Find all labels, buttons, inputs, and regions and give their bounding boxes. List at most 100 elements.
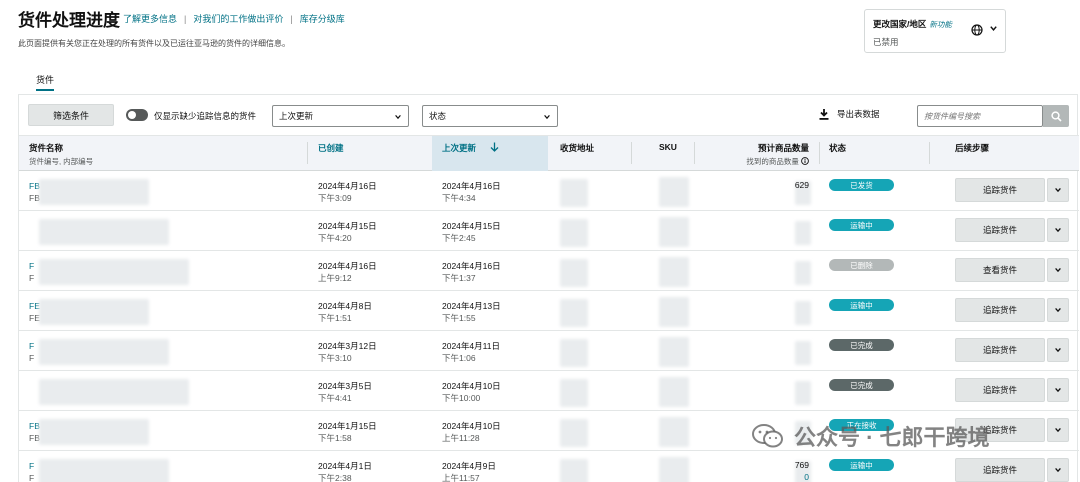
- redacted-sku: [659, 337, 689, 367]
- link-divider: |: [290, 13, 293, 24]
- status-badge: 已完成: [829, 379, 894, 391]
- next-step-dropdown[interactable]: [1047, 338, 1069, 362]
- created-date: 2024年4月16日: [318, 181, 377, 191]
- learn-more-link[interactable]: 了解更多信息: [123, 12, 177, 25]
- redacted-sku: [659, 457, 689, 482]
- created-date: 2024年1月15日: [318, 421, 377, 431]
- next-step-button[interactable]: 追踪货件: [955, 218, 1045, 242]
- created-date: 2024年3月5日: [318, 381, 372, 391]
- col-updated[interactable]: 上次更新: [442, 142, 499, 154]
- sort-arrow-down-icon: [490, 142, 499, 152]
- created-date: 2024年4月1日: [318, 461, 372, 471]
- next-step-dropdown[interactable]: [1047, 298, 1069, 322]
- next-step-button[interactable]: 追踪货件: [955, 178, 1045, 202]
- created-time: 下午2:38: [318, 473, 352, 482]
- redacted-address: [560, 219, 588, 247]
- shipment-name-link[interactable]: F: [29, 341, 34, 351]
- found-quantity[interactable]: 0: [749, 472, 809, 482]
- col-created[interactable]: 已创建: [318, 142, 344, 154]
- next-step-dropdown[interactable]: [1047, 378, 1069, 402]
- shipment-id: F: [29, 273, 35, 283]
- redacted-sku: [659, 177, 689, 207]
- chevron-down-icon: [1055, 267, 1061, 273]
- chevron-down-icon: [1055, 467, 1061, 473]
- col-expected-sub: 找到的商品数量: [709, 156, 809, 167]
- next-step-button[interactable]: 追踪货件: [955, 378, 1045, 402]
- status-select[interactable]: 状态: [422, 105, 558, 127]
- redacted-quantity: [795, 261, 811, 285]
- next-step-dropdown[interactable]: [1047, 418, 1069, 442]
- link-divider: |: [184, 13, 187, 24]
- table-row: F F 2024年4月1日 下午2:38 2024年4月9日 上午11:57 769 0 运输中…: [19, 451, 1079, 482]
- region-label-text: 更改国家/地区: [873, 19, 927, 29]
- updated-date: 2024年4月15日: [442, 221, 501, 231]
- next-step-dropdown[interactable]: [1047, 218, 1069, 242]
- next-step-dropdown[interactable]: [1047, 258, 1069, 282]
- chevron-down-icon: [1055, 187, 1061, 193]
- redacted-quantity: [795, 421, 811, 445]
- search-icon: [1050, 110, 1062, 122]
- created-time: 下午4:41: [318, 393, 352, 403]
- missing-tracking-toggle[interactable]: [126, 109, 148, 121]
- updated-date: 2024年4月16日: [442, 181, 501, 191]
- region-selector[interactable]: 更改国家/地区 新功能 已禁用: [864, 9, 1006, 53]
- table-row: FE FE 2024年4月8日 下午1:51 2024年4月13日 下午1:55 运输中 追踪…: [19, 291, 1079, 331]
- tab-shipments[interactable]: 货件: [36, 73, 55, 91]
- chevron-down-icon: [395, 115, 401, 120]
- created-time: 下午1:58: [318, 433, 352, 443]
- redacted-address: [560, 339, 588, 367]
- redacted-sku: [659, 377, 689, 407]
- next-step-button[interactable]: 追踪货件: [955, 458, 1045, 482]
- redacted-name: [39, 379, 189, 405]
- shipment-id: F: [29, 473, 35, 482]
- chevron-down-icon: [1055, 347, 1061, 353]
- updated-time: 下午1:37: [442, 273, 476, 283]
- redacted-address: [560, 419, 588, 447]
- next-step-button[interactable]: 追踪货件: [955, 298, 1045, 322]
- redacted-sku: [659, 297, 689, 327]
- export-button[interactable]: 导出表数据: [819, 108, 880, 120]
- shipment-name-link[interactable]: F: [29, 261, 34, 271]
- col-sku: SKU: [659, 142, 677, 152]
- search-input[interactable]: [917, 105, 1043, 127]
- created-time: 下午3:10: [318, 353, 352, 363]
- region-status: 已禁用: [873, 37, 899, 47]
- redacted-name: [39, 299, 149, 325]
- region-beta: 新功能: [929, 20, 952, 29]
- next-step-dropdown[interactable]: [1047, 178, 1069, 202]
- next-step-button[interactable]: 查看货件: [955, 258, 1045, 282]
- shipment-name-link[interactable]: F: [29, 461, 34, 471]
- next-step-button[interactable]: 追踪货件: [955, 418, 1045, 442]
- redacted-sku: [659, 417, 689, 447]
- table-row: FB FB 2024年1月15日 下午1:58 2024年4月10日 上午11:28 正在接…: [19, 411, 1079, 451]
- created-time: 下午1:51: [318, 313, 352, 323]
- updated-date: 2024年4月11日: [442, 341, 500, 351]
- col-status: 状态: [829, 143, 847, 153]
- updated-time: 下午1:06: [442, 353, 476, 363]
- table-row: 2024年4月15日 下午4:20 2024年4月15日 下午2:45 运输中 追踪货件: [19, 211, 1079, 251]
- status-badge: 已删除: [829, 259, 894, 271]
- created-time: 下午3:09: [318, 193, 352, 203]
- col-name: 货件名称 货件编号, 内部编号: [29, 142, 93, 167]
- search-button[interactable]: [1043, 105, 1069, 127]
- status-badge: 运输中: [829, 299, 894, 311]
- chevron-down-icon: [1055, 427, 1061, 433]
- chevron-down-icon: [1055, 227, 1061, 233]
- updated-time: 上午11:57: [442, 473, 480, 482]
- updated-time: 下午4:34: [442, 193, 476, 203]
- redacted-name: [39, 459, 169, 482]
- updated-time: 下午1:55: [442, 313, 476, 323]
- next-step-dropdown[interactable]: [1047, 458, 1069, 482]
- status-badge: 正在接收: [829, 419, 894, 431]
- sort-select[interactable]: 上次更新: [272, 105, 409, 127]
- col-next-steps: 后续步骤: [955, 143, 990, 153]
- toggle-label: 仅显示缺少追踪信息的货件: [154, 111, 257, 121]
- updated-date: 2024年4月16日: [442, 261, 501, 271]
- filter-button[interactable]: 筛选条件: [28, 104, 114, 126]
- inventory-link[interactable]: 库存分级库: [300, 12, 345, 25]
- table-header: 货件名称 货件编号, 内部编号 已创建 上次更新 收货地址 SKU 预计商品数量找…: [19, 135, 1079, 171]
- region-label: 更改国家/地区 新功能: [873, 18, 952, 30]
- info-icon[interactable]: [801, 157, 809, 165]
- feedback-link[interactable]: 对我们的工作做出评价: [193, 12, 283, 25]
- next-step-button[interactable]: 追踪货件: [955, 338, 1045, 362]
